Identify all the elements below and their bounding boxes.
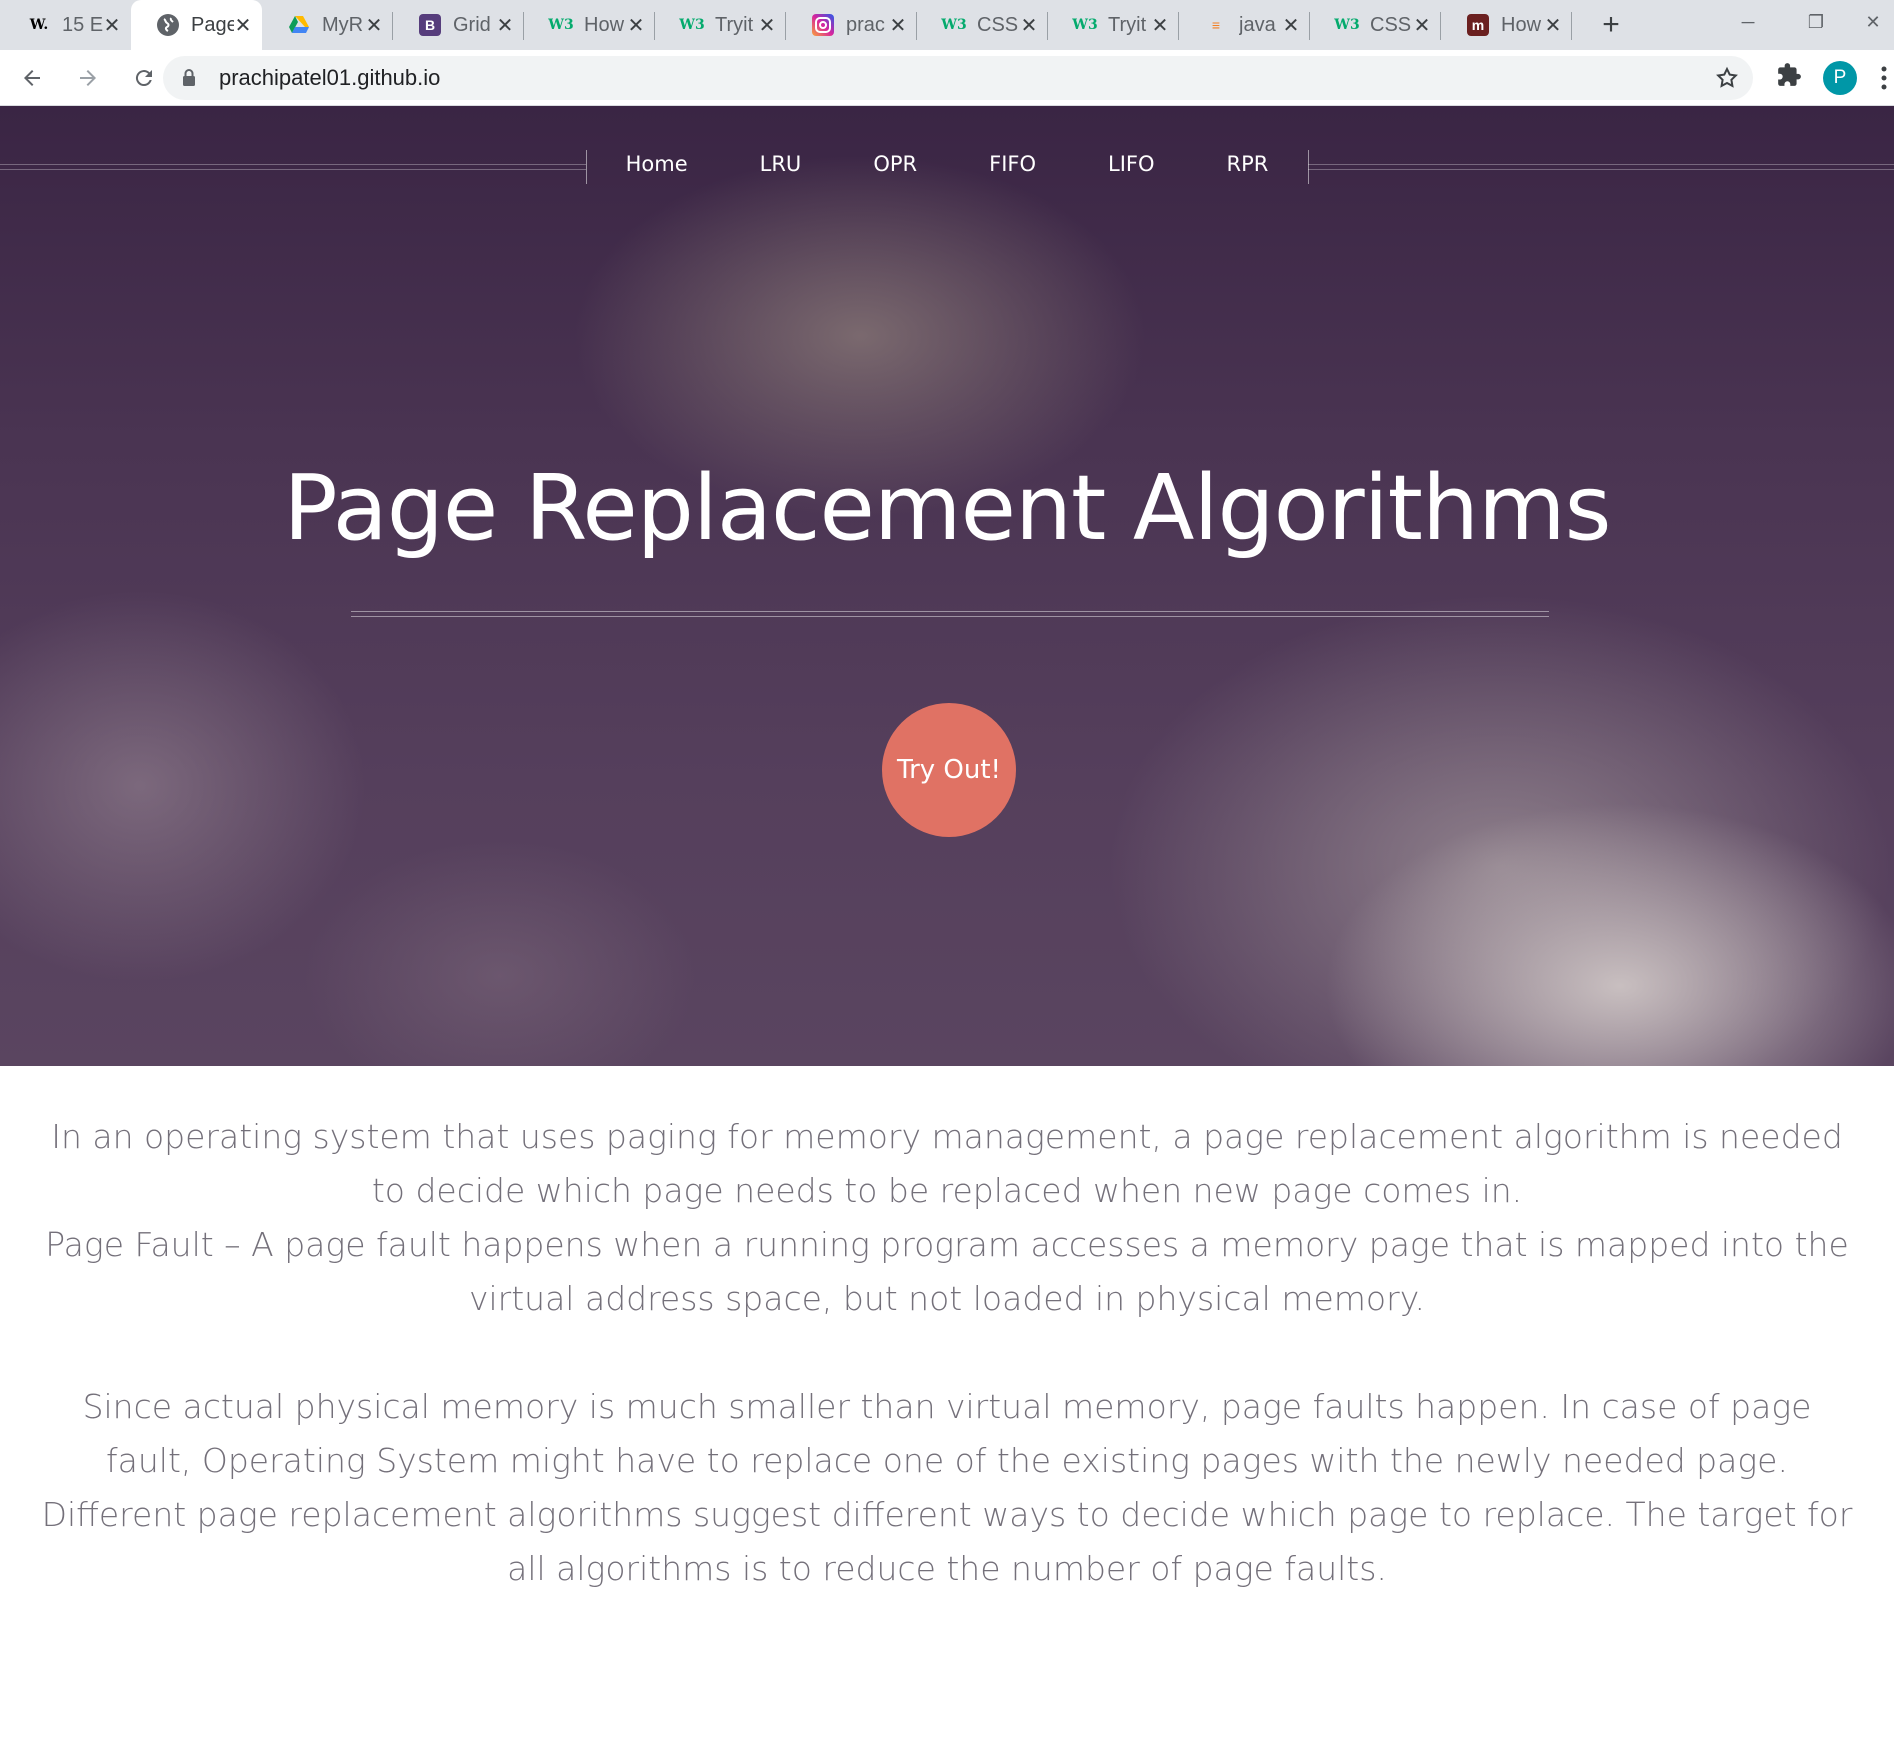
nav-opr-link[interactable]: OPR [837, 146, 953, 182]
tab-close-icon[interactable]: ✕ [889, 13, 907, 38]
tab-title: CSS [977, 13, 1019, 36]
tab-title: How [1501, 13, 1542, 36]
tab-close-icon[interactable]: ✕ [1544, 13, 1562, 38]
w3schools-icon: W3 [1072, 17, 1098, 33]
new-tab-button[interactable]: + [1586, 0, 1636, 50]
tab-title: java [1239, 13, 1276, 36]
tab-title: Tryit [1108, 13, 1147, 36]
nav-decor-tick-right [1308, 150, 1309, 184]
w3schools-icon: W3 [548, 17, 574, 33]
back-button[interactable] [8, 54, 56, 102]
tab-title: 15 E [62, 13, 103, 36]
tab-w3schools-css-2[interactable]: W3 CSS ✕ [1310, 0, 1441, 50]
tab-w3schools-css[interactable]: W3 CSS ✕ [917, 0, 1048, 50]
tab-wikihow[interactable]: W. 15 E ✕ [0, 0, 131, 50]
url-text[interactable]: prachipatel01.github.io [219, 65, 440, 91]
minimize-icon[interactable]: ─ [1716, 0, 1780, 44]
tab-close-icon[interactable]: ✕ [758, 13, 776, 38]
page-title: Page Replacement Algorithms [283, 456, 1611, 561]
tab-title: How [584, 13, 625, 36]
tab-w3schools-how[interactable]: W3 How ✕ [524, 0, 655, 50]
nav-decor-line-right [1308, 164, 1894, 170]
tab-close-icon[interactable]: ✕ [627, 13, 645, 38]
tab-stackoverflow[interactable]: ≡ java ✕ [1179, 0, 1310, 50]
close-window-icon[interactable]: ✕ [1852, 0, 1894, 44]
restore-icon[interactable]: ❐ [1784, 0, 1848, 44]
tab-close-icon[interactable]: ✕ [234, 13, 252, 38]
title-underline [351, 611, 1549, 617]
profile-avatar[interactable]: P [1823, 61, 1857, 95]
nav-fifo-link[interactable]: FIFO [953, 146, 1072, 182]
tab-title: Tryit [715, 13, 754, 36]
tab-page-replacement[interactable]: Page ✕ [131, 0, 262, 50]
lock-icon [181, 68, 203, 88]
address-bar[interactable]: prachipatel01.github.io [163, 56, 1753, 100]
bookmark-star-icon[interactable] [1715, 66, 1739, 95]
tab-close-icon[interactable]: ✕ [103, 13, 121, 38]
globe-icon [157, 14, 179, 36]
tab-close-icon[interactable]: ✕ [1413, 13, 1431, 38]
forward-arrow-icon [80, 69, 96, 86]
w3schools-icon: W3 [1334, 17, 1360, 33]
nav-home-link[interactable]: Home [590, 146, 724, 182]
tab-bootstrap-grid[interactable]: B Grid ✕ [393, 0, 524, 50]
tab-title: prac [846, 13, 885, 36]
w3schools-icon: W3 [941, 17, 967, 33]
instagram-icon [812, 14, 834, 36]
extensions-puzzle-icon[interactable] [1776, 62, 1802, 93]
tab-close-icon[interactable]: ✕ [1020, 13, 1038, 38]
main-nav: Home LRU OPR FIFO LIFO RPR [586, 146, 1308, 182]
reload-icon [135, 69, 152, 86]
tab-close-icon[interactable]: ✕ [1151, 13, 1169, 38]
tab-google-drive[interactable]: MyR ✕ [262, 0, 393, 50]
tab-w3schools-tryit[interactable]: W3 Tryit ✕ [655, 0, 786, 50]
tab-close-icon[interactable]: ✕ [1282, 13, 1300, 38]
reload-button[interactable] [120, 54, 168, 102]
hero-section: Home LRU OPR FIFO LIFO RPR Page Replacem… [0, 106, 1894, 1066]
tab-title: CSS [1370, 13, 1412, 36]
tab-divider [1571, 12, 1572, 40]
forward-button[interactable] [64, 54, 112, 102]
w3schools-icon: W3 [679, 17, 705, 33]
medium-icon: m [1467, 14, 1489, 36]
tab-w3schools-tryit-2[interactable]: W3 Tryit ✕ [1048, 0, 1179, 50]
tab-close-icon[interactable]: ✕ [496, 13, 514, 38]
intro-paragraph: In an operating system that uses paging … [51, 1117, 1843, 1210]
try-out-button[interactable]: Try Out! [882, 703, 1016, 837]
tab-title: Page [191, 13, 234, 36]
back-arrow-icon [24, 69, 40, 86]
wikihow-icon: W. [29, 17, 49, 33]
google-drive-icon [288, 14, 310, 36]
tab-strip: W. 15 E ✕ Page ✕ MyR ✕ B Grid ✕ W3 How ✕… [0, 0, 1894, 50]
nav-decor-line-left [0, 164, 586, 170]
bootstrap-icon: B [419, 14, 441, 36]
tab-instagram[interactable]: prac ✕ [786, 0, 917, 50]
tab-medium[interactable]: m How ✕ [1441, 0, 1572, 50]
kebab-menu-icon[interactable] [1880, 64, 1888, 97]
tab-title: Grid [453, 13, 491, 36]
nav-lru-link[interactable]: LRU [724, 146, 838, 182]
stackoverflow-icon: ≡ [1211, 17, 1221, 33]
explanation-paragraph: Since actual physical memory is much sma… [41, 1387, 1853, 1588]
intro-content: In an operating system that uses paging … [40, 1110, 1854, 1596]
tab-close-icon[interactable]: ✕ [365, 13, 383, 38]
nav-rpr-link[interactable]: RPR [1191, 146, 1305, 182]
browser-toolbar: prachipatel01.github.io P [0, 50, 1894, 106]
nav-lifo-link[interactable]: LIFO [1072, 146, 1191, 182]
page-fault-paragraph: Page Fault – A page fault happens when a… [45, 1225, 1849, 1318]
tab-title: MyR [322, 13, 364, 36]
